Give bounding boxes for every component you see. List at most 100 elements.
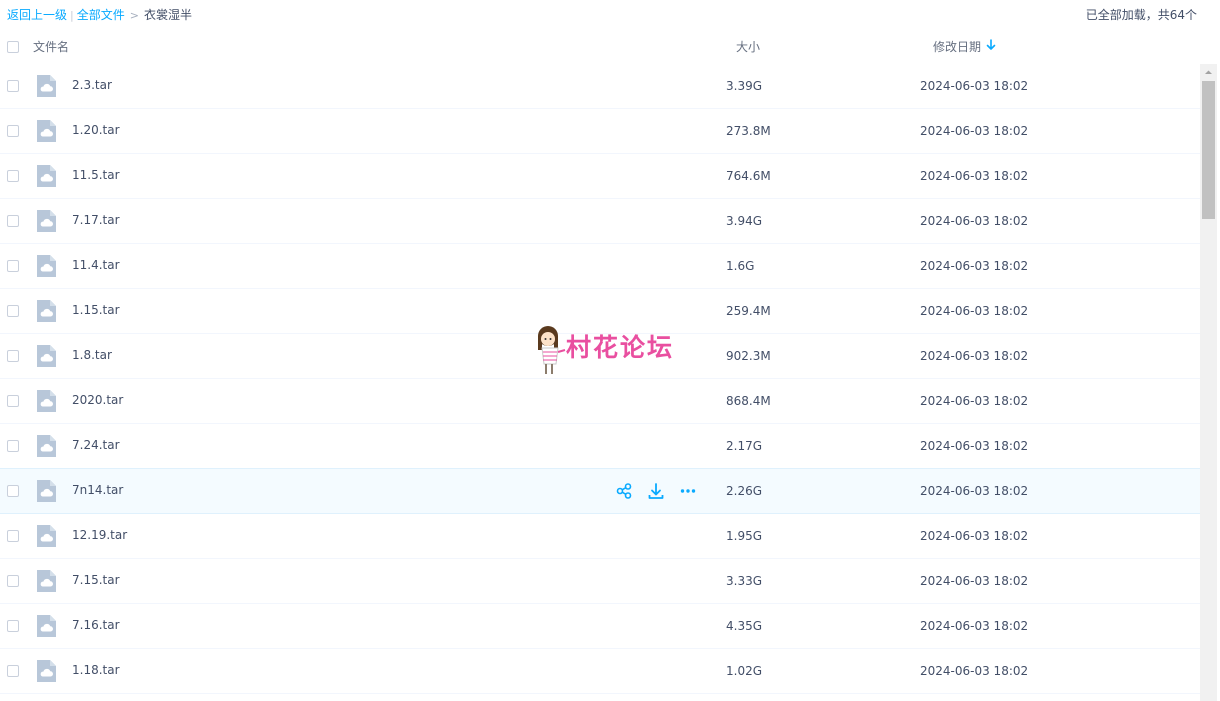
column-header-size[interactable]: 大小 bbox=[736, 38, 760, 55]
file-name[interactable]: 1.18.tar bbox=[72, 663, 120, 677]
share-icon[interactable] bbox=[614, 481, 634, 501]
row-checkbox[interactable] bbox=[7, 305, 19, 317]
cloud-file-icon[interactable] bbox=[35, 119, 58, 143]
list-header: 文件名 大小 修改日期 bbox=[0, 30, 1200, 65]
cloud-file-icon[interactable] bbox=[35, 389, 58, 413]
file-modified-date: 2024-06-03 18:02 bbox=[920, 214, 1029, 228]
file-modified-date: 2024-06-03 18:02 bbox=[920, 169, 1029, 183]
row-checkbox[interactable] bbox=[7, 665, 19, 677]
file-row[interactable]: 7.24.tar 2.17G 2024-06-03 18:02 bbox=[0, 424, 1200, 469]
file-modified-date: 2024-06-03 18:02 bbox=[920, 79, 1029, 93]
back-link[interactable]: 返回上一级 bbox=[7, 8, 67, 22]
more-icon[interactable] bbox=[678, 481, 698, 501]
file-modified-date: 2024-06-03 18:02 bbox=[920, 484, 1029, 498]
watermark-text: 村花论坛 bbox=[566, 333, 675, 362]
file-size: 2.26G bbox=[726, 484, 763, 498]
breadcrumb-divider: | bbox=[70, 9, 74, 22]
file-size: 1.6G bbox=[726, 259, 755, 273]
row-checkbox[interactable] bbox=[7, 440, 19, 452]
current-folder: 衣裳湿半 bbox=[143, 8, 192, 22]
file-row[interactable]: 7n14.tar 2.26G 2024-06-03 18:02 bbox=[0, 468, 1200, 514]
file-row[interactable]: 12.19.tar 1.95G 2024-06-03 18:02 bbox=[0, 514, 1200, 559]
file-size: 764.6M bbox=[726, 169, 771, 183]
file-size: 3.94G bbox=[726, 214, 763, 228]
file-size: 273.8M bbox=[726, 124, 771, 138]
breadcrumb-arrow: > bbox=[129, 9, 139, 22]
row-checkbox[interactable] bbox=[7, 125, 19, 137]
download-icon[interactable] bbox=[646, 481, 666, 501]
column-header-modified[interactable]: 修改日期 bbox=[933, 38, 981, 55]
row-checkbox[interactable] bbox=[7, 350, 19, 362]
all-files-link[interactable]: 全部文件 bbox=[77, 8, 125, 22]
file-name[interactable]: 11.5.tar bbox=[72, 168, 120, 182]
file-name[interactable]: 11.4.tar bbox=[72, 258, 120, 272]
file-modified-date: 2024-06-03 18:02 bbox=[920, 394, 1029, 408]
file-name[interactable]: 2.3.tar bbox=[72, 78, 112, 92]
top-bar: 返回上一级 | 全部文件 > 衣裳湿半 已全部加载，共64个 bbox=[0, 0, 1220, 30]
cloud-file-icon[interactable] bbox=[35, 209, 58, 233]
scroll-thumb[interactable] bbox=[1202, 81, 1215, 219]
file-size: 3.39G bbox=[726, 79, 763, 93]
cloud-file-icon[interactable] bbox=[35, 254, 58, 278]
cloud-file-icon[interactable] bbox=[35, 299, 58, 323]
file-row[interactable]: 1.18.tar 1.02G 2024-06-03 18:02 bbox=[0, 649, 1200, 694]
file-modified-date: 2024-06-03 18:02 bbox=[920, 619, 1029, 633]
file-name[interactable]: 1.15.tar bbox=[72, 303, 120, 317]
breadcrumb: 返回上一级 | 全部文件 > 衣裳湿半 bbox=[7, 7, 192, 24]
file-name[interactable]: 7.24.tar bbox=[72, 438, 120, 452]
file-list: 2.3.tar 3.39G 2024-06-03 18:02 1.20.tar 273.… bbox=[0, 64, 1200, 701]
file-row[interactable]: 2.3.tar 3.39G 2024-06-03 18:02 bbox=[0, 64, 1200, 109]
file-modified-date: 2024-06-03 18:02 bbox=[920, 664, 1029, 678]
file-row[interactable]: 1.20.tar 273.8M 2024-06-03 18:02 bbox=[0, 109, 1200, 154]
row-checkbox[interactable] bbox=[7, 215, 19, 227]
file-name[interactable]: 2020.tar bbox=[72, 393, 123, 407]
select-all-checkbox[interactable] bbox=[7, 41, 19, 53]
cloud-file-icon[interactable] bbox=[35, 569, 58, 593]
file-name[interactable]: 7.16.tar bbox=[72, 618, 120, 632]
row-checkbox[interactable] bbox=[7, 260, 19, 272]
sort-descending-icon[interactable] bbox=[986, 39, 996, 51]
column-header-name[interactable]: 文件名 bbox=[33, 38, 69, 55]
file-row[interactable]: 7.17.tar 3.94G 2024-06-03 18:02 bbox=[0, 199, 1200, 244]
cloud-file-icon[interactable] bbox=[35, 524, 58, 548]
file-row[interactable]: 7.16.tar 4.35G 2024-06-03 18:02 bbox=[0, 604, 1200, 649]
file-name[interactable]: 1.20.tar bbox=[72, 123, 120, 137]
row-checkbox[interactable] bbox=[7, 575, 19, 587]
file-name[interactable]: 1.8.tar bbox=[72, 348, 112, 362]
girl-mascot-icon bbox=[538, 326, 566, 374]
cloud-file-icon[interactable] bbox=[35, 74, 58, 98]
file-name[interactable]: 12.19.tar bbox=[72, 528, 127, 542]
file-size: 259.4M bbox=[726, 304, 771, 318]
row-checkbox[interactable] bbox=[7, 485, 19, 497]
file-row[interactable]: 7.15.tar 3.33G 2024-06-03 18:02 bbox=[0, 559, 1200, 604]
cloud-file-icon[interactable] bbox=[35, 344, 58, 368]
row-checkbox[interactable] bbox=[7, 80, 19, 92]
watermark: 村花论坛 bbox=[532, 322, 692, 378]
row-checkbox[interactable] bbox=[7, 620, 19, 632]
file-modified-date: 2024-06-03 18:02 bbox=[920, 259, 1029, 273]
scrollbar[interactable] bbox=[1200, 64, 1217, 701]
file-size: 1.95G bbox=[726, 529, 763, 543]
file-size: 1.02G bbox=[726, 664, 763, 678]
cloud-file-icon[interactable] bbox=[35, 614, 58, 638]
file-row[interactable]: 2020.tar 868.4M 2024-06-03 18:02 bbox=[0, 379, 1200, 424]
file-row[interactable]: 11.4.tar 1.6G 2024-06-03 18:02 bbox=[0, 244, 1200, 289]
loaded-status: 已全部加载，共64个 bbox=[1085, 8, 1197, 22]
file-name[interactable]: 7.15.tar bbox=[72, 573, 120, 587]
file-modified-date: 2024-06-03 18:02 bbox=[920, 574, 1029, 588]
scroll-up-arrow-icon[interactable] bbox=[1200, 64, 1217, 81]
file-modified-date: 2024-06-03 18:02 bbox=[920, 529, 1029, 543]
file-modified-date: 2024-06-03 18:02 bbox=[920, 304, 1029, 318]
file-modified-date: 2024-06-03 18:02 bbox=[920, 124, 1029, 138]
row-checkbox[interactable] bbox=[7, 395, 19, 407]
file-size: 868.4M bbox=[726, 394, 771, 408]
file-name[interactable]: 7.17.tar bbox=[72, 213, 120, 227]
row-checkbox[interactable] bbox=[7, 530, 19, 542]
row-checkbox[interactable] bbox=[7, 170, 19, 182]
file-name[interactable]: 7n14.tar bbox=[72, 483, 123, 497]
cloud-file-icon[interactable] bbox=[35, 164, 58, 188]
cloud-file-icon[interactable] bbox=[35, 659, 58, 683]
cloud-file-icon[interactable] bbox=[35, 434, 58, 458]
file-row[interactable]: 11.5.tar 764.6M 2024-06-03 18:02 bbox=[0, 154, 1200, 199]
cloud-file-icon[interactable] bbox=[35, 479, 58, 503]
